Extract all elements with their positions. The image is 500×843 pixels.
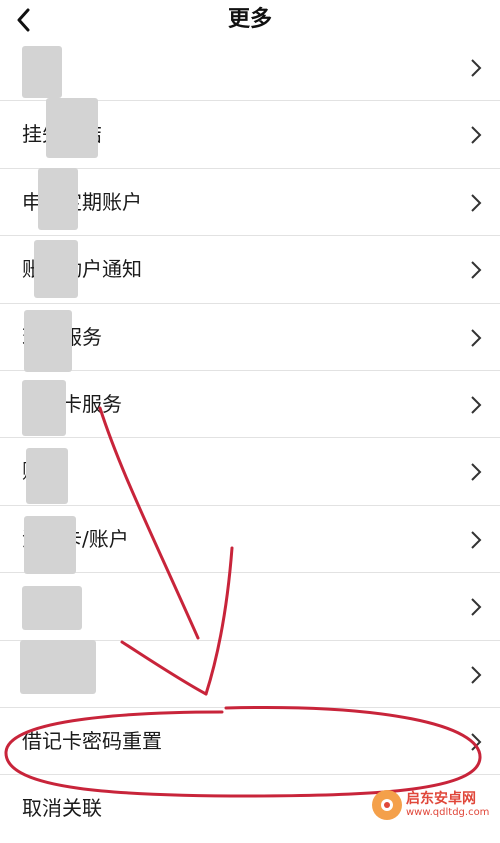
- chevron-right-icon: [471, 396, 482, 414]
- watermark-logo-icon: [372, 790, 402, 820]
- watermark-url: www.qdltdg.com: [406, 807, 490, 818]
- list-item-label: 取消关联: [22, 796, 102, 821]
- list-item[interactable]: 银行卡服务: [0, 371, 500, 439]
- chevron-right-icon: [471, 328, 482, 347]
- chevron-right-icon: [471, 194, 482, 212]
- list-item-debit-card-password-reset[interactable]: 借记卡密码重置: [0, 708, 500, 776]
- chevron-right-icon: [471, 733, 482, 751]
- chevron-right-icon: [471, 463, 482, 482]
- list-item[interactable]: 现金服务: [0, 304, 500, 371]
- chevron-right-icon: [471, 126, 482, 145]
- chevron-right-icon: [471, 598, 482, 616]
- list-item[interactable]: 账户: [0, 438, 500, 506]
- watermark: 启东安卓网 www.qdltdg.com: [372, 790, 496, 820]
- list-item-label: 借记卡密码重置: [22, 728, 162, 753]
- chevron-right-icon: [471, 531, 482, 549]
- chevron-right-icon: [471, 59, 482, 77]
- watermark-name: 启东安卓网: [406, 791, 476, 807]
- chevron-right-icon: [471, 261, 482, 279]
- chevron-right-icon: [471, 665, 482, 684]
- list-item[interactable]: 明细: [0, 34, 500, 102]
